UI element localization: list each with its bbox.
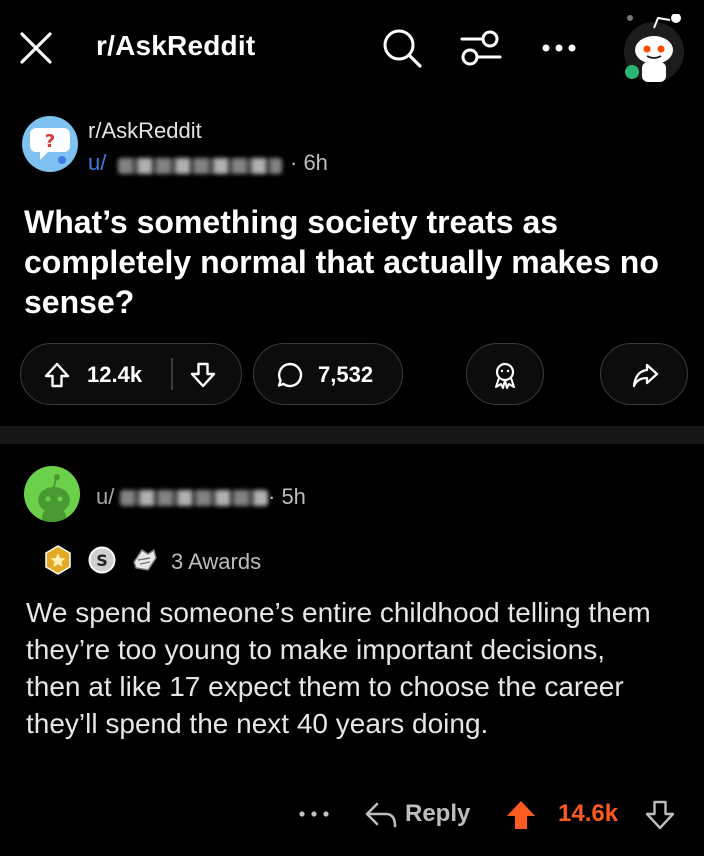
comment-upvote-icon[interactable] (504, 798, 538, 832)
comment-author-prefix: u/ (96, 484, 115, 509)
comment-body: We spend someone’s entire childhood tell… (26, 597, 651, 739)
comment-author[interactable]: u/ (96, 484, 114, 510)
share-button[interactable] (600, 343, 688, 405)
comment-score: 14.6k (558, 800, 619, 827)
reply-button[interactable]: Reply (405, 800, 470, 828)
upvote-icon[interactable] (43, 361, 71, 389)
downvote-icon[interactable] (189, 361, 217, 389)
comment-author-avatar[interactable] (24, 466, 80, 522)
avatar-snoo-icon[interactable] (618, 14, 690, 86)
awards-count: 3 Awards (171, 549, 262, 574)
share-icon (631, 361, 659, 389)
section-separator (0, 426, 704, 444)
post-author-prefix: u/ (88, 150, 107, 175)
search-icon[interactable] (380, 26, 424, 70)
post-author[interactable]: u/ (88, 150, 106, 176)
comment-author-redacted (120, 490, 268, 506)
post-comment-count: 7,532 (318, 362, 374, 387)
vote-divider (171, 358, 173, 390)
comment-time: · 5h (268, 484, 306, 509)
post-time: · 6h (290, 150, 328, 175)
silver-award-icon: S (86, 544, 118, 576)
post-title[interactable]: What’s something society treats as compl… (24, 202, 674, 322)
page-title: r/AskReddit (96, 30, 256, 61)
award-icon (491, 361, 519, 389)
comment-bubble-icon (276, 361, 304, 389)
post-vote-count: 12.4k (87, 362, 143, 387)
subreddit-avatar[interactable]: ? (22, 116, 78, 172)
close-icon[interactable] (16, 28, 56, 68)
subreddit-name[interactable]: r/AskReddit (88, 118, 202, 144)
svg-text:S: S (96, 551, 108, 570)
top-bar: r/AskReddit (0, 0, 704, 96)
helpful-award-icon (128, 544, 160, 576)
more-icon[interactable] (538, 34, 580, 62)
gold-award-icon (42, 544, 74, 576)
reply-icon[interactable] (364, 800, 398, 830)
comment-downvote-icon[interactable] (644, 799, 676, 831)
award-button[interactable] (466, 343, 544, 405)
comment-actions: Reply 14.6k (0, 790, 704, 840)
filter-icon[interactable] (458, 26, 504, 70)
post-author-redacted (118, 158, 282, 174)
comment-more-icon[interactable] (296, 804, 332, 824)
comments-button[interactable]: 7,532 (253, 343, 403, 405)
vote-bar: 12.4k (20, 343, 242, 405)
svg-text:?: ? (45, 131, 55, 152)
